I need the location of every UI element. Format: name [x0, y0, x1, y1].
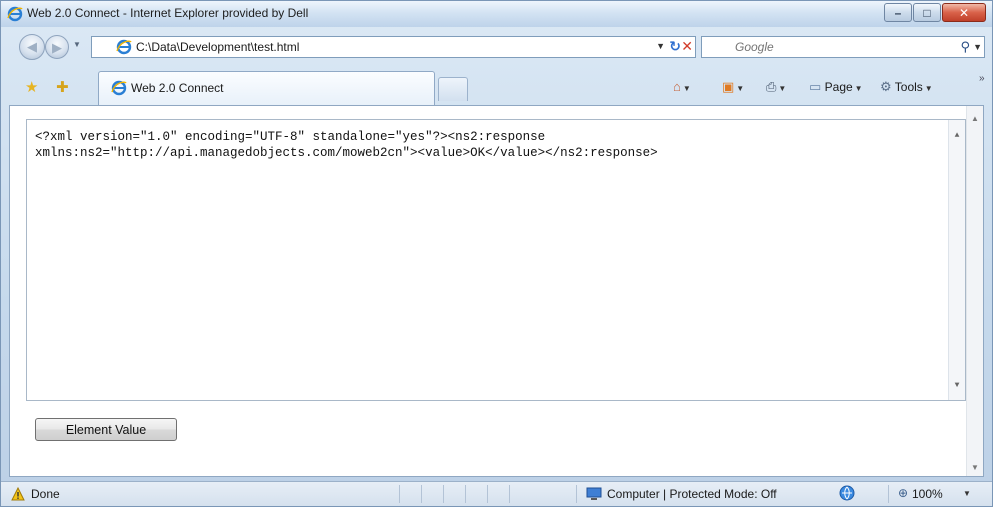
- page-menu-label: Page: [824, 80, 853, 94]
- feeds-icon: ▣: [722, 79, 735, 94]
- forward-arrow-icon: ▶: [52, 40, 62, 55]
- status-text: Done: [31, 487, 60, 501]
- status-divider: [487, 485, 488, 503]
- scroll-down-icon[interactable]: ▼: [949, 378, 965, 394]
- search-dropdown-icon[interactable]: ▼: [973, 42, 982, 52]
- gear-icon: ⚙: [880, 79, 892, 94]
- xml-line-1: <?xml version="1.0" encoding="UTF-8" sta…: [35, 130, 546, 144]
- globe-icon[interactable]: [839, 485, 855, 501]
- address-bar[interactable]: C:\Data\Development\test.html ▼ ↻ ✕: [91, 36, 696, 58]
- search-input[interactable]: [702, 37, 932, 57]
- tab-label: Web 2.0 Connect: [131, 81, 224, 95]
- print-dropdown-icon[interactable]: ▼: [778, 84, 786, 93]
- tab-web-connect[interactable]: Web 2.0 Connect: [98, 71, 435, 105]
- tools-menu[interactable]: ⚙ Tools ▼: [880, 79, 933, 95]
- address-url[interactable]: C:\Data\Development\test.html: [136, 40, 299, 54]
- print-icon: ⎙: [766, 79, 777, 94]
- new-tab-button[interactable]: [438, 77, 468, 101]
- print-button[interactable]: ⎙ ▼: [766, 79, 786, 95]
- refresh-icon[interactable]: ↻: [669, 38, 681, 55]
- browser-window: Web 2.0 Connect - Internet Explorer prov…: [0, 0, 993, 507]
- caption-buttons: – □ ✕: [883, 3, 986, 22]
- textarea-scrollbar[interactable]: ▲ ▼: [948, 120, 965, 400]
- add-favorite-icon[interactable]: ✚: [56, 78, 69, 96]
- status-divider: [888, 485, 889, 503]
- ie-icon: [116, 39, 132, 55]
- page-icon: ▭: [809, 79, 822, 94]
- tools-dropdown-icon: ▼: [924, 84, 933, 93]
- scroll-down-icon[interactable]: ▼: [967, 463, 983, 472]
- minimize-icon: –: [894, 6, 902, 20]
- window-title: Web 2.0 Connect - Internet Explorer prov…: [27, 6, 309, 20]
- page-scrollbar[interactable]: ▲ ▼: [966, 106, 983, 476]
- maximize-icon: □: [923, 6, 931, 20]
- forward-button[interactable]: ▶: [45, 35, 69, 59]
- tools-menu-label: Tools: [894, 80, 923, 94]
- stop-icon[interactable]: ✕: [681, 38, 693, 55]
- status-divider: [443, 485, 444, 503]
- page-content: <?xml version="1.0" encoding="UTF-8" sta…: [9, 105, 984, 477]
- tab-row: ★ ✚ Web 2.0 Connect ⌂ ▼ ▣ ▼ ⎙ ▼ ▭ Page ▼ ⚙ T…: [1, 67, 992, 105]
- warning-icon: [11, 487, 25, 501]
- page-dropdown-icon: ▼: [854, 84, 863, 93]
- computer-zone-icon: [586, 487, 602, 500]
- close-button[interactable]: ✕: [942, 3, 986, 22]
- xml-textarea[interactable]: <?xml version="1.0" encoding="UTF-8" sta…: [26, 119, 966, 401]
- feeds-button[interactable]: ▣ ▼: [722, 79, 744, 95]
- minimize-button[interactable]: –: [884, 3, 912, 22]
- xml-line-2: xmlns:ns2="http://api.managedobjects.com…: [35, 146, 658, 160]
- status-divider: [399, 485, 400, 503]
- maximize-button[interactable]: □: [913, 3, 941, 22]
- scroll-up-icon[interactable]: ▲: [949, 128, 965, 144]
- home-dropdown-icon[interactable]: ▼: [683, 84, 691, 93]
- chevron-more-icon[interactable]: »: [979, 73, 985, 84]
- back-button[interactable]: ◀: [19, 34, 45, 60]
- ie-icon: [111, 80, 127, 96]
- close-icon: ✕: [958, 6, 970, 20]
- search-box[interactable]: ⚲ ▼: [701, 36, 985, 58]
- status-divider: [465, 485, 466, 503]
- security-zone[interactable]: Computer | Protected Mode: Off: [607, 487, 777, 501]
- home-button[interactable]: ⌂ ▼: [673, 79, 691, 94]
- scroll-up-icon[interactable]: ▲: [967, 114, 983, 123]
- zoom-icon[interactable]: ⊕: [898, 486, 908, 500]
- page-menu[interactable]: ▭ Page ▼: [809, 79, 863, 95]
- recent-pages-dropdown[interactable]: ▼: [73, 40, 81, 49]
- zoom-level[interactable]: 100%: [912, 487, 943, 501]
- favorites-star-icon[interactable]: ★: [25, 78, 38, 96]
- zoom-dropdown-icon[interactable]: ▼: [963, 489, 971, 498]
- status-divider: [576, 485, 577, 503]
- back-arrow-icon: ◀: [27, 39, 37, 54]
- status-bar: Done Computer | Protected Mode: Off ⊕ 10…: [1, 481, 992, 506]
- home-icon: ⌂: [673, 79, 681, 94]
- title-bar: Web 2.0 Connect - Internet Explorer prov…: [1, 1, 992, 27]
- ie-icon: [7, 6, 23, 22]
- feeds-dropdown-icon[interactable]: ▼: [736, 84, 744, 93]
- element-value-button[interactable]: Element Value: [35, 418, 177, 441]
- address-row: ◀ ▶ ▼ C:\Data\Development\test.html ▼ ↻ …: [1, 27, 992, 67]
- status-divider: [421, 485, 422, 503]
- status-divider: [509, 485, 510, 503]
- address-dropdown-icon[interactable]: ▼: [656, 41, 665, 51]
- search-icon[interactable]: ⚲: [960, 39, 970, 55]
